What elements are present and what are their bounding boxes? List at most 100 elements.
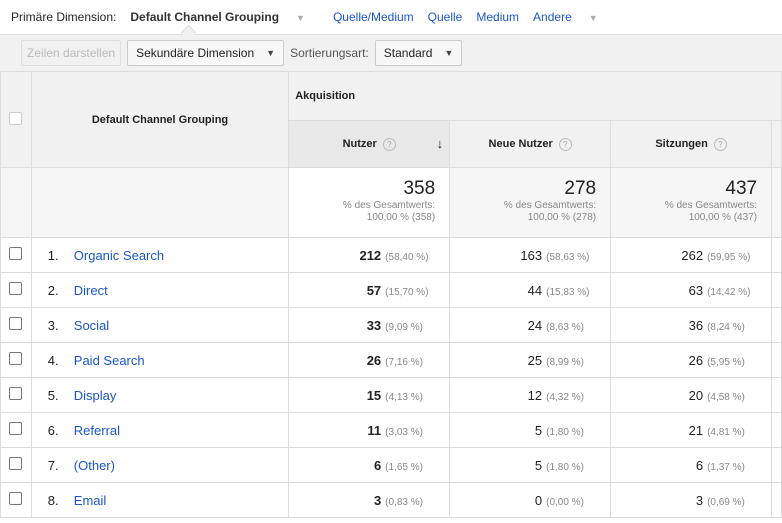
metric-cell: 20 (4,58 %) xyxy=(610,377,773,413)
more-cell xyxy=(771,342,782,378)
metric-value: 0 xyxy=(534,492,543,508)
sort-type-value: Standard xyxy=(383,46,433,60)
metric-value: 163 xyxy=(520,247,543,263)
total-pct: 100,00 % (358) xyxy=(366,212,436,223)
metric-cell: 5 (1,80 %) xyxy=(449,412,612,448)
channel-link[interactable]: Email xyxy=(74,493,107,508)
dimension-source-medium[interactable]: Quelle/Medium xyxy=(333,10,414,24)
dimension-cell: 1. Organic Search xyxy=(30,237,290,273)
row-number: 8. xyxy=(47,492,59,508)
select-all-checkbox[interactable] xyxy=(9,111,23,125)
metric-percent: (1,80 %) xyxy=(546,426,584,438)
metric-cell: 24 (8,63 %) xyxy=(449,307,612,343)
more-cell xyxy=(771,237,782,273)
row-number: 2. xyxy=(47,282,59,298)
caret-down-icon: ▼ xyxy=(296,13,305,23)
column-header-new-users[interactable]: Neue Nutzer? xyxy=(449,120,612,168)
metric-percent: (4,32 %) xyxy=(546,391,584,403)
select-all-cell xyxy=(0,71,32,168)
row-checkbox[interactable] xyxy=(9,282,23,295)
metric-value: 262 xyxy=(681,247,704,263)
metric-percent: (58,40 %) xyxy=(385,251,429,263)
channel-link[interactable]: (Other) xyxy=(74,458,115,473)
dimension-default-channel-grouping[interactable]: Default Channel Grouping ▼ xyxy=(130,10,319,24)
sort-desc-arrow-icon: ↓ xyxy=(436,136,444,151)
column-header-more xyxy=(771,120,782,168)
metric-cell: 12 (4,32 %) xyxy=(449,377,612,413)
table-row: 8. Email 3 (0,83 %) 0 (0,00 %) 3 (0,69 %) xyxy=(0,482,782,518)
metric-cell: 262 (59,95 %) xyxy=(610,237,773,273)
metric-cell: 6 (1,37 %) xyxy=(610,447,773,483)
show-rows-button[interactable]: Zeilen darstellen xyxy=(21,40,122,66)
help-icon[interactable]: ? xyxy=(713,137,727,151)
metric-cell: 6 (1,65 %) xyxy=(288,447,451,483)
metric-value: 33 xyxy=(366,317,382,333)
totals-empty xyxy=(0,167,32,238)
help-icon[interactable]: ? xyxy=(382,137,396,151)
row-select-cell xyxy=(0,377,32,413)
row-number: 3. xyxy=(47,317,59,333)
channel-link[interactable]: Referral xyxy=(74,423,120,438)
metric-value: 36 xyxy=(688,317,704,333)
dimension-medium[interactable]: Medium xyxy=(476,10,519,24)
row-select-cell xyxy=(0,342,32,378)
metric-value: 3 xyxy=(373,492,382,508)
metric-value: 6 xyxy=(695,457,704,473)
metric-percent: (8,24 %) xyxy=(707,321,745,333)
row-checkbox[interactable] xyxy=(9,492,23,505)
dimension-cell: 6. Referral xyxy=(30,412,290,448)
metric-value: 3 xyxy=(695,492,704,508)
table-row: 7. (Other) 6 (1,65 %) 5 (1,80 %) 6 (1,37 %) xyxy=(0,447,782,483)
channel-link[interactable]: Organic Search xyxy=(74,248,164,263)
row-number: 6. xyxy=(47,422,59,438)
total-new-users: 278% des Gesamtwerts: 100,00 % (278) xyxy=(449,167,612,238)
more-cell xyxy=(771,377,782,413)
metric-value: 11 xyxy=(367,422,382,438)
table-row: 1. Organic Search 212 (58,40 %) 163 (58,63 %)… xyxy=(0,237,782,273)
metric-cell: 26 (7,16 %) xyxy=(288,342,451,378)
dimension-cell: 3. Social xyxy=(30,307,290,343)
row-checkbox[interactable] xyxy=(9,317,23,330)
row-checkbox[interactable] xyxy=(9,352,23,365)
channel-link[interactable]: Social xyxy=(74,318,109,333)
sort-type-dropdown[interactable]: Standard ▼ xyxy=(374,40,463,66)
row-checkbox[interactable] xyxy=(9,422,23,435)
more-cell xyxy=(771,412,782,448)
dimension-cell: 7. (Other) xyxy=(30,447,290,483)
table-row: 4. Paid Search 26 (7,16 %) 25 (8,99 %) 26 (5,95… xyxy=(0,342,782,378)
metric-percent: (1,65 %) xyxy=(385,461,423,473)
metric-cell: 212 (58,40 %) xyxy=(288,237,451,273)
metric-percent: (9,09 %) xyxy=(385,321,423,333)
metric-value: 5 xyxy=(534,457,543,473)
dimension-other-label: Andere xyxy=(533,10,572,24)
row-checkbox[interactable] xyxy=(9,457,23,470)
channel-link[interactable]: Paid Search xyxy=(74,353,145,368)
total-value: 278 xyxy=(564,178,597,199)
metric-value: 5 xyxy=(534,422,543,438)
help-icon[interactable]: ? xyxy=(558,137,572,151)
more-cell xyxy=(771,482,782,518)
dimension-cell: 8. Email xyxy=(30,482,290,518)
metric-percent: (14,42 %) xyxy=(707,286,751,298)
channel-link[interactable]: Direct xyxy=(74,283,108,298)
total-label: % des Gesamtwerts: xyxy=(342,200,436,211)
metric-value: 12 xyxy=(527,387,543,403)
metric-percent: (4,13 %) xyxy=(385,391,423,403)
metric-cell: 5 (1,80 %) xyxy=(449,447,612,483)
column-header-sessions[interactable]: Sitzungen? xyxy=(610,120,773,168)
dimension-other[interactable]: Andere ▼ xyxy=(533,10,612,24)
metric-value: 212 xyxy=(359,247,382,263)
metric-percent: (5,95 %) xyxy=(707,356,745,368)
total-value: 437 xyxy=(725,178,758,199)
row-checkbox[interactable] xyxy=(9,387,23,400)
row-checkbox[interactable] xyxy=(9,247,23,260)
metric-cell: 3 (0,83 %) xyxy=(288,482,451,518)
table-row: 5. Display 15 (4,13 %) 12 (4,32 %) 20 (4,58 %) xyxy=(0,377,782,413)
metric-cell: 26 (5,95 %) xyxy=(610,342,773,378)
secondary-dimension-dropdown[interactable]: Sekundäre Dimension ▼ xyxy=(127,40,285,66)
channel-link[interactable]: Display xyxy=(74,388,117,403)
dimension-source[interactable]: Quelle xyxy=(428,10,463,24)
dimension-label: Default Channel Grouping xyxy=(130,10,280,24)
metric-percent: (8,63 %) xyxy=(546,321,584,333)
column-header-users[interactable]: Nutzer? ↓ xyxy=(288,120,451,168)
